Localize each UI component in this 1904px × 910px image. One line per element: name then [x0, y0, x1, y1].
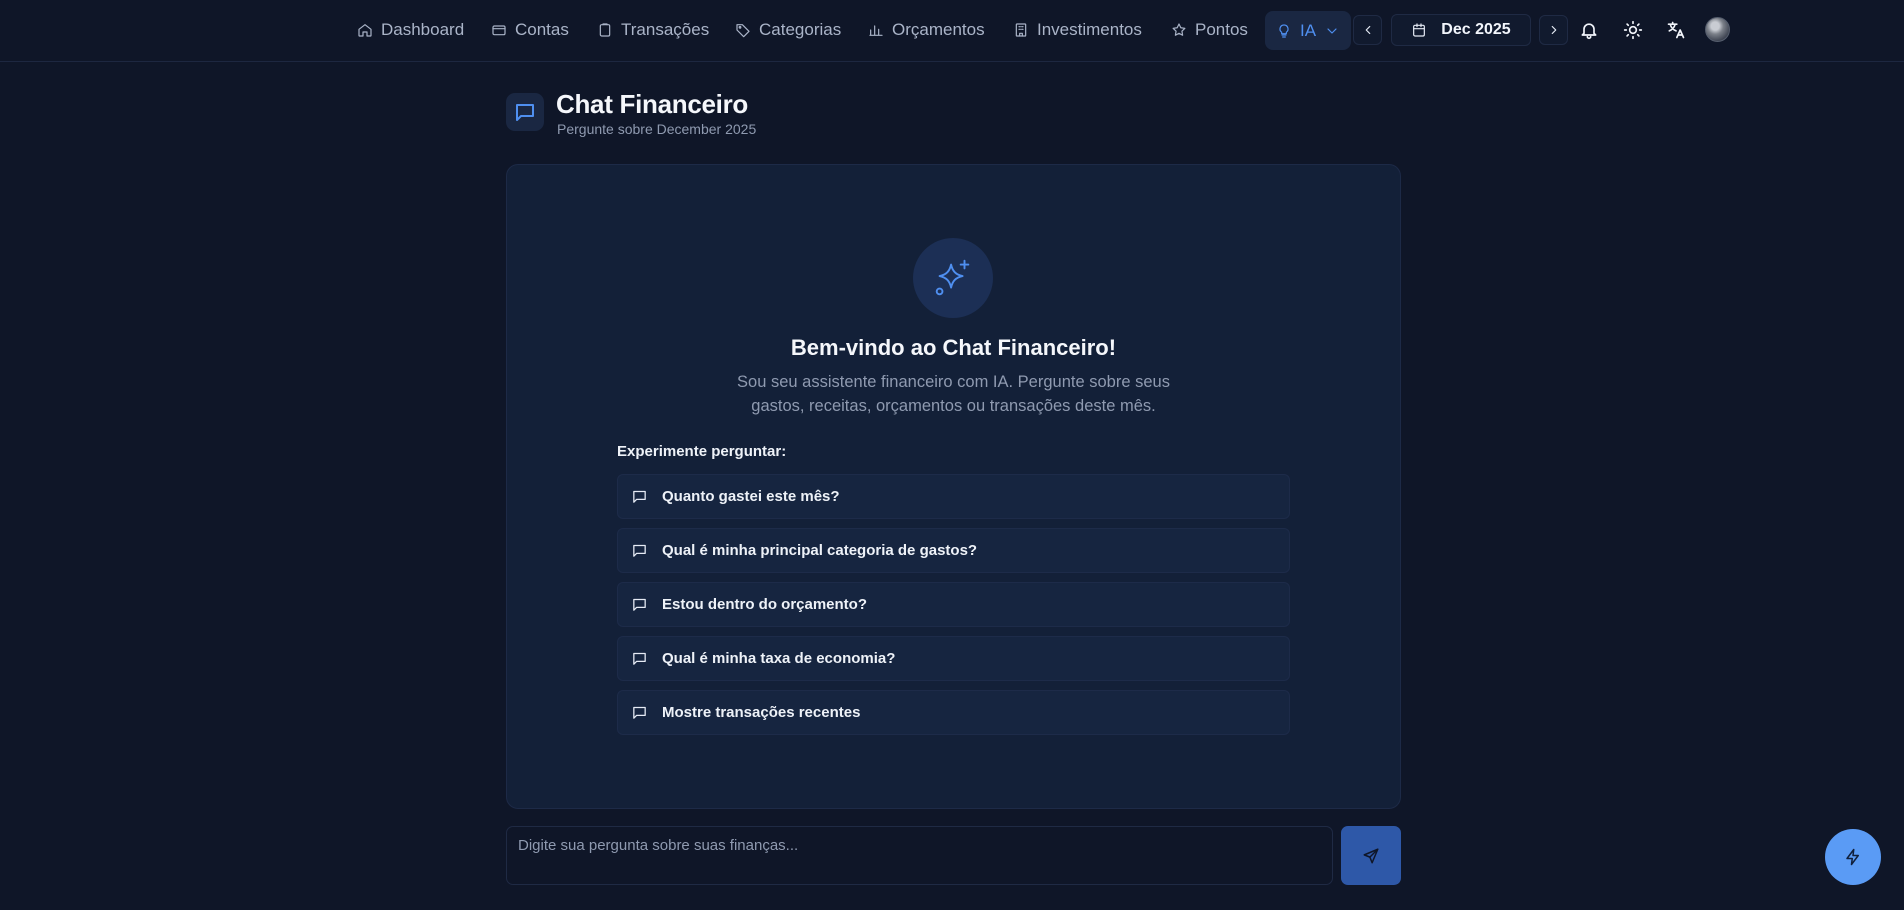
nav-pontos-label: Pontos: [1195, 20, 1248, 39]
chevron-right-icon: [1551, 25, 1556, 35]
theme-toggle-button[interactable]: [1620, 17, 1646, 43]
clipboard-icon: [599, 23, 611, 37]
message-square-icon: [633, 706, 646, 719]
welcome-title: Bem-vindo ao Chat Financeiro!: [790, 335, 1117, 360]
bar-chart-icon: [869, 25, 883, 36]
message-square-icon: [633, 490, 646, 503]
welcome-text: Sou seu assistente financeiro com IA. Pe…: [737, 373, 1170, 415]
nav-orcamentos[interactable]: Orçamentos: [868, 14, 985, 46]
nav-ia-label: IA: [1299, 20, 1317, 40]
suggestion-label: Estou dentro do orçamento?: [662, 596, 868, 613]
month-picker[interactable]: Dec 2025: [1391, 14, 1531, 46]
suggestion-label: Mostre transações recentes: [662, 704, 861, 721]
suggestion-item[interactable]: Qual é minha principal categoria de gast…: [617, 528, 1290, 573]
star-icon: [1172, 23, 1186, 36]
page-subtitle: Pergunte sobre December 2025: [557, 121, 757, 137]
language-button[interactable]: [1663, 17, 1689, 43]
nav-categorias-label: Categorias: [759, 20, 842, 39]
chevron-down-icon: [1327, 27, 1337, 34]
suggestion-item[interactable]: Estou dentro do orçamento?: [617, 582, 1290, 627]
suggestions-label: Experimente perguntar:: [617, 443, 787, 460]
suggestion-label: Quanto gastei este mês?: [662, 488, 840, 505]
zap-icon: [1846, 848, 1859, 866]
suggestion-label: Qual é minha principal categoria de gast…: [662, 542, 978, 559]
calendar-icon: [1413, 23, 1426, 37]
prev-month-button[interactable]: [1353, 15, 1382, 45]
chat-header-icon-box: [506, 93, 544, 131]
suggestion-item[interactable]: Qual é minha taxa de economia?: [617, 636, 1290, 681]
sun-icon: [1623, 20, 1643, 40]
home-icon: [358, 24, 372, 37]
nav-dashboard-label: Dashboard: [381, 20, 465, 39]
user-avatar[interactable]: [1705, 17, 1730, 42]
suggestion-item[interactable]: Quanto gastei este mês?: [617, 474, 1290, 519]
nav-categorias[interactable]: Categorias: [735, 14, 841, 46]
send-button[interactable]: [1341, 826, 1401, 885]
send-icon: [1363, 848, 1379, 863]
wallet-icon: [492, 25, 506, 36]
page-title: Chat Financeiro: [556, 89, 748, 119]
chevron-left-icon: [1365, 25, 1370, 35]
nav-transacoes[interactable]: Transações: [597, 14, 709, 46]
message-square-icon: [633, 652, 646, 665]
message-square-icon: [516, 104, 534, 121]
lightbulb-icon: [1279, 23, 1289, 38]
nav-dashboard[interactable]: Dashboard: [357, 14, 464, 46]
tag-icon: [736, 24, 750, 38]
ai-sparkle-badge: [913, 238, 993, 318]
top-navbar: Dashboard Contas Transações Categorias O…: [0, 0, 1904, 62]
message-square-icon: [633, 598, 646, 611]
message-square-icon: [633, 544, 646, 557]
sparkles-icon: [935, 259, 970, 296]
month-picker-label: Dec 2025: [1441, 21, 1511, 38]
notifications-button[interactable]: [1576, 17, 1602, 43]
nav-ia-dropdown[interactable]: IA: [1265, 11, 1351, 50]
nav-contas[interactable]: Contas: [491, 14, 569, 46]
building-icon: [1015, 23, 1027, 37]
nav-investimentos[interactable]: Investimentos: [1013, 14, 1142, 46]
translate-icon: [1667, 21, 1685, 39]
nav-orcamentos-label: Orçamentos: [892, 20, 985, 39]
chat-message-input[interactable]: [506, 826, 1333, 885]
suggestion-label: Qual é minha taxa de economia?: [662, 650, 896, 667]
nav-pontos[interactable]: Pontos: [1171, 14, 1248, 46]
bell-icon: [1581, 23, 1597, 40]
nav-contas-label: Contas: [515, 20, 569, 39]
suggestion-item[interactable]: Mostre transações recentes: [617, 690, 1290, 735]
nav-investimentos-label: Investimentos: [1037, 20, 1142, 39]
nav-transacoes-label: Transações: [621, 20, 710, 39]
quick-action-fab[interactable]: [1825, 829, 1881, 885]
next-month-button[interactable]: [1539, 15, 1568, 45]
